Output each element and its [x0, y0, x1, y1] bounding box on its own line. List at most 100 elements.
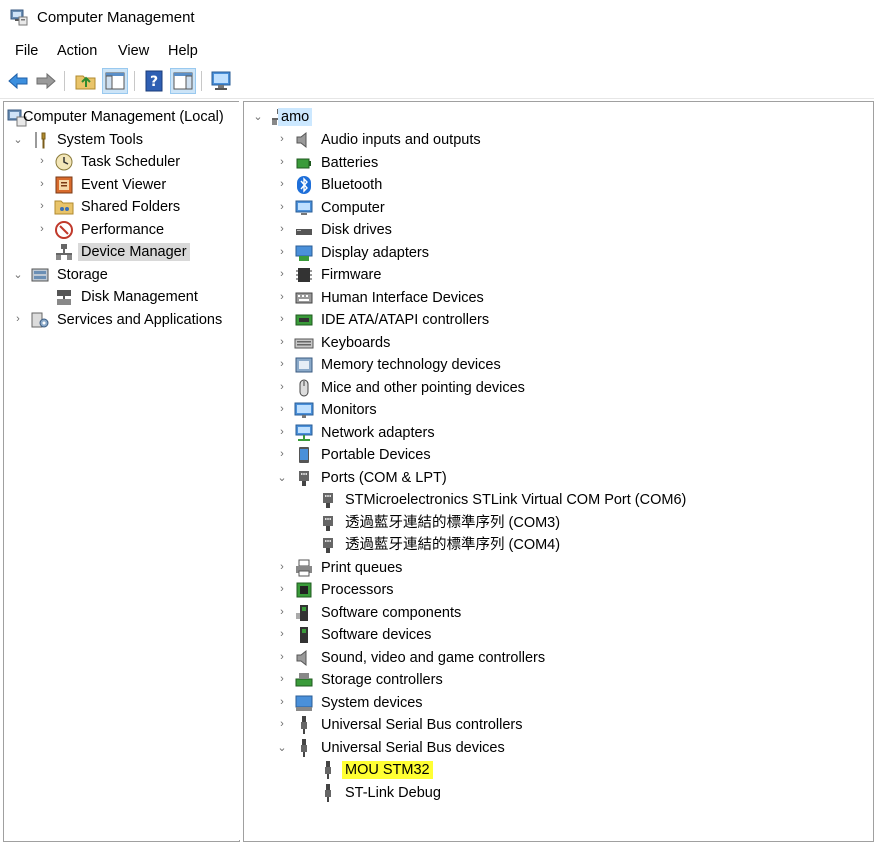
chevron-right-icon[interactable]: ›: [276, 358, 288, 372]
device-tree-root[interactable]: ⌄ amo: [252, 106, 452, 128]
tree-node-performance[interactable]: › Performance: [36, 219, 236, 241]
chevron-right-icon[interactable]: ›: [276, 133, 288, 147]
chevron-right-icon[interactable]: ›: [36, 178, 48, 192]
category-ide-ata-atapi-controllers[interactable]: › IDE ATA/ATAPI controllers: [276, 309, 836, 331]
tree-node-services-applications[interactable]: › Services and Applications: [12, 309, 237, 331]
chevron-right-icon[interactable]: ›: [276, 628, 288, 642]
category-bluetooth[interactable]: › Bluetooth: [276, 174, 836, 196]
tree-node-system-tools[interactable]: ⌄ System Tools: [12, 129, 232, 151]
chevron-right-icon[interactable]: ›: [276, 178, 288, 192]
chevron-right-icon[interactable]: ›: [276, 156, 288, 170]
category-display-adapters[interactable]: › Display adapters: [276, 242, 836, 264]
up-folder-icon[interactable]: [74, 69, 98, 93]
device-st-link-debug[interactable]: ST-Link Debug: [300, 782, 860, 804]
category-disk-drives[interactable]: › Disk drives: [276, 219, 836, 241]
chevron-down-icon[interactable]: ⌄: [276, 741, 288, 755]
chevron-down-icon[interactable]: ⌄: [252, 110, 264, 124]
forward-arrow-icon[interactable]: [34, 69, 58, 93]
chevron-right-icon[interactable]: ›: [276, 696, 288, 710]
category-audio-inputs-and-outputs[interactable]: › Audio inputs and outputs: [276, 129, 836, 151]
category-ports-com-lpt[interactable]: ⌄ Ports (COM & LPT): [276, 467, 836, 489]
show-hide-action-pane-icon[interactable]: [170, 68, 196, 94]
menu-help[interactable]: Help: [168, 43, 198, 59]
chevron-right-icon[interactable]: ›: [276, 673, 288, 687]
device-port-com[interactable]: STMicroelectronics STLink Virtual COM Po…: [300, 489, 860, 511]
chevron-right-icon[interactable]: ›: [36, 200, 48, 214]
category-batteries[interactable]: › Batteries: [276, 152, 836, 174]
chevron-right-icon[interactable]: ›: [36, 223, 48, 237]
tree-label: Keyboards: [321, 334, 391, 351]
device-manager-icon: [56, 244, 72, 260]
category-network-adapters[interactable]: › Network adapters: [276, 422, 836, 444]
software-device-icon: [300, 627, 308, 643]
device-mou-stm32[interactable]: MOU STM32: [300, 759, 860, 781]
chevron-right-icon[interactable]: ›: [276, 336, 288, 350]
tree-node-disk-management[interactable]: Disk Management: [36, 286, 236, 308]
chevron-down-icon[interactable]: ⌄: [12, 268, 24, 282]
processor-icon: [296, 582, 312, 598]
monitor-scan-icon[interactable]: [209, 69, 233, 93]
chevron-down-icon[interactable]: ⌄: [276, 471, 288, 485]
category-software-devices[interactable]: › Software devices: [276, 624, 836, 646]
chevron-right-icon[interactable]: ›: [276, 561, 288, 575]
chevron-right-icon[interactable]: ›: [276, 403, 288, 417]
chevron-right-icon[interactable]: ›: [276, 381, 288, 395]
chevron-right-icon[interactable]: ›: [36, 155, 48, 169]
category-monitors[interactable]: › Monitors: [276, 399, 836, 421]
chevron-right-icon[interactable]: ›: [276, 606, 288, 620]
chevron-right-icon[interactable]: ›: [276, 268, 288, 282]
menu-action[interactable]: Action: [57, 43, 97, 59]
chevron-right-icon[interactable]: ›: [276, 583, 288, 597]
tree-node-storage[interactable]: ⌄ Storage: [12, 264, 232, 286]
chevron-right-icon[interactable]: ›: [276, 426, 288, 440]
chevron-right-icon[interactable]: ›: [276, 246, 288, 260]
tree-label: Device Manager: [78, 243, 190, 261]
tree-node-event-viewer[interactable]: › Event Viewer: [36, 174, 236, 196]
chevron-right-icon[interactable]: ›: [276, 223, 288, 237]
category-universal-serial-bus-controllers[interactable]: › Universal Serial Bus controllers: [276, 714, 836, 736]
tree-label: Audio inputs and outputs: [321, 132, 481, 148]
tree-node-computer-management[interactable]: Computer Management (Local): [0, 106, 239, 128]
toolbar: ?: [0, 64, 874, 99]
chevron-right-icon[interactable]: ›: [276, 448, 288, 462]
device-port-com[interactable]: 透過藍牙連結的標準序列 (COM4): [300, 534, 860, 556]
chevron-right-icon[interactable]: ›: [276, 201, 288, 215]
category-universal-serial-bus-devices[interactable]: ⌄ Universal Serial Bus devices: [276, 737, 836, 759]
memory-icon: [295, 357, 313, 373]
category-memory-technology-devices[interactable]: › Memory technology devices: [276, 354, 836, 376]
help-icon[interactable]: ?: [142, 69, 166, 93]
category-print-queues[interactable]: › Print queues: [276, 557, 836, 579]
category-computer[interactable]: › Computer: [276, 197, 836, 219]
category-keyboards[interactable]: › Keyboards: [276, 332, 836, 354]
category-human-interface-devices[interactable]: › Human Interface Devices: [276, 287, 836, 309]
sound-icon: [296, 649, 307, 666]
show-hide-console-tree-icon[interactable]: [102, 68, 128, 94]
tree-node-task-scheduler[interactable]: › Task Scheduler: [36, 151, 236, 173]
chevron-right-icon[interactable]: ›: [12, 313, 24, 327]
category-mice-and-other-pointing-devices[interactable]: › Mice and other pointing devices: [276, 377, 836, 399]
category-storage-controllers[interactable]: › Storage controllers: [276, 669, 836, 691]
menu-file[interactable]: File: [15, 43, 38, 59]
device-port-com[interactable]: 透過藍牙連結的標準序列 (COM3): [300, 512, 860, 534]
tree-label: Monitors: [321, 402, 377, 418]
chevron-down-icon[interactable]: ⌄: [12, 133, 24, 147]
chevron-right-icon[interactable]: ›: [276, 718, 288, 732]
category-sound-video-and-game-controllers[interactable]: › Sound, video and game controllers: [276, 647, 836, 669]
category-portable-devices[interactable]: › Portable Devices: [276, 444, 836, 466]
keyboard-icon: [294, 338, 314, 348]
chevron-right-icon[interactable]: ›: [276, 313, 288, 327]
chevron-right-icon[interactable]: ›: [276, 291, 288, 305]
tree-node-shared-folders[interactable]: › Shared Folders: [36, 196, 236, 218]
storage-controller-icon: [295, 673, 313, 687]
category-firmware[interactable]: › Firmware: [276, 264, 836, 286]
chevron-right-icon[interactable]: ›: [276, 651, 288, 665]
category-processors[interactable]: › Processors: [276, 579, 836, 601]
category-software-components[interactable]: › Software components: [276, 602, 836, 624]
software-component-icon: [296, 604, 308, 621]
pane-splitter[interactable]: [239, 101, 242, 840]
back-arrow-icon[interactable]: [6, 69, 30, 93]
menu-view[interactable]: View: [118, 43, 149, 59]
computer-icon: [295, 200, 313, 215]
category-system-devices[interactable]: › System devices: [276, 692, 836, 714]
tree-node-device-manager[interactable]: Device Manager: [36, 241, 236, 263]
